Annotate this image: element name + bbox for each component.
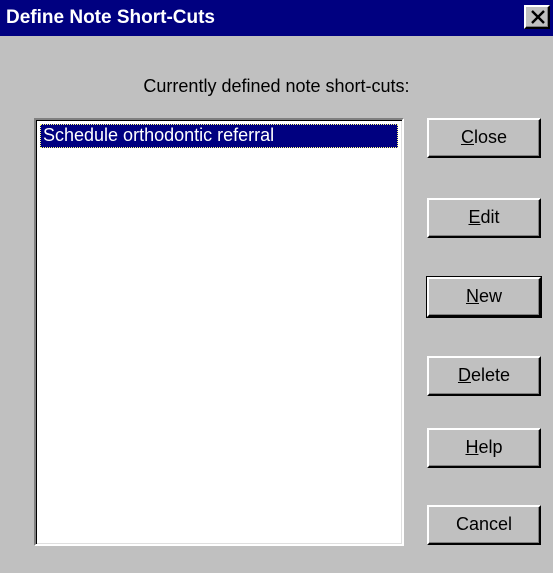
delete-label: elete: [470, 365, 511, 385]
close-button[interactable]: Close: [427, 118, 541, 158]
new-mnemonic: N: [465, 286, 479, 306]
close-icon: [531, 10, 545, 24]
help-mnemonic: H: [465, 437, 479, 457]
cancel-label: Cancel: [455, 514, 513, 534]
title-bar[interactable]: Define Note Short-Cuts: [0, 0, 553, 36]
window-title: Define Note Short-Cuts: [6, 7, 215, 28]
delete-mnemonic: D: [457, 365, 471, 385]
cancel-button[interactable]: Cancel: [427, 505, 541, 545]
new-label: ew: [478, 286, 502, 306]
help-label: elp: [478, 437, 503, 457]
list-caption: Currently defined note short-cuts:: [143, 76, 410, 96]
list-item[interactable]: Schedule orthodontic referral: [40, 124, 398, 148]
close-window-button[interactable]: [524, 5, 550, 29]
edit-button[interactable]: Edit: [427, 198, 541, 238]
close-mnemonic: C: [460, 127, 474, 147]
define-note-shortcuts-dialog: Define Note Short-Cuts Currently defined…: [0, 0, 553, 573]
shortcuts-listbox[interactable]: Schedule orthodontic referral: [34, 118, 404, 546]
help-button[interactable]: Help: [427, 428, 541, 468]
edit-label: dit: [480, 207, 500, 227]
delete-button[interactable]: Delete: [427, 356, 541, 396]
new-button[interactable]: New: [426, 276, 542, 318]
close-label: lose: [473, 127, 508, 147]
edit-mnemonic: E: [468, 207, 481, 227]
